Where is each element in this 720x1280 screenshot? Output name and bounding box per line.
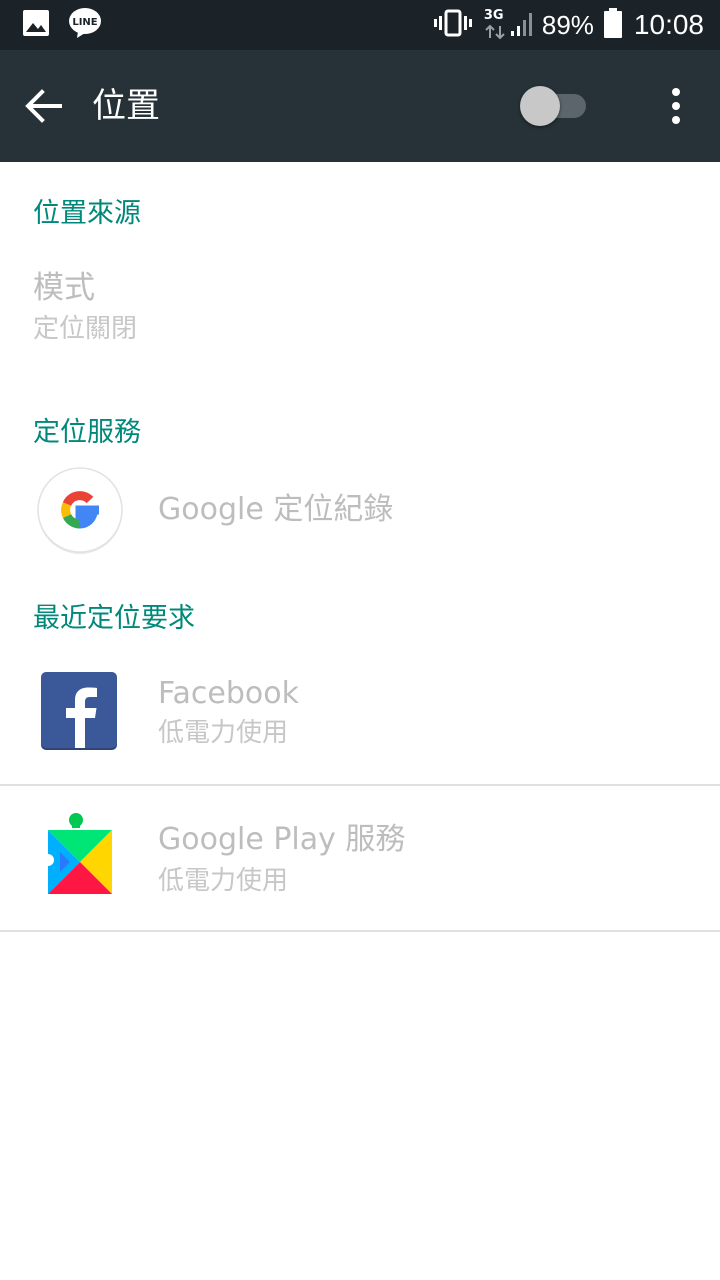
page-title: 位置 xyxy=(92,86,160,126)
facebook-subtitle: 低電力使用 xyxy=(158,718,289,748)
back-arrow-icon xyxy=(25,89,62,123)
status-system: 3G 89% 10:08 xyxy=(433,0,704,50)
vibrate-icon xyxy=(433,8,472,42)
location-toggle[interactable] xyxy=(520,84,588,128)
status-notifications: LINE xyxy=(22,7,102,43)
overflow-menu-button[interactable] xyxy=(660,84,692,128)
line-badge-text: LINE xyxy=(72,17,97,28)
battery-percent: 89% xyxy=(541,9,594,40)
toggle-thumb xyxy=(520,86,560,126)
image-icon xyxy=(22,9,50,41)
divider xyxy=(0,930,720,932)
section-header-location-services: 定位服務 xyxy=(33,417,141,448)
signal-icon xyxy=(510,9,536,41)
section-header-recent-requests: 最近定位要求 xyxy=(33,603,195,634)
google-play-services-icon xyxy=(42,812,114,902)
mode-title: 模式 xyxy=(33,270,95,306)
line-app-icon: LINE xyxy=(68,7,102,43)
google-location-history-title: Google 定位紀錄 xyxy=(158,492,394,527)
google-play-services-subtitle: 低電力使用 xyxy=(158,866,289,896)
google-g-icon xyxy=(36,466,126,560)
status-bar: LINE 3G 89% 10:08 xyxy=(0,0,720,50)
list-item-facebook[interactable]: Facebook 低電力使用 xyxy=(0,650,720,784)
network-3g-icon: 3G xyxy=(484,9,508,41)
section-header-location-source: 位置來源 xyxy=(33,198,141,229)
network-type-label: 3G xyxy=(483,8,504,23)
google-play-services-title: Google Play 服務 xyxy=(158,822,406,857)
app-bar: 位置 xyxy=(0,50,720,162)
list-item-google-play-services[interactable]: Google Play 服務 低電力使用 xyxy=(0,786,720,930)
battery-icon xyxy=(603,8,622,42)
mode-summary: 定位關閉 xyxy=(33,314,138,344)
facebook-icon xyxy=(41,672,119,756)
facebook-title: Facebook xyxy=(158,676,299,711)
overflow-menu-icon xyxy=(672,88,680,124)
back-button[interactable] xyxy=(20,82,68,130)
clock: 10:08 xyxy=(633,9,704,40)
google-location-history-item[interactable]: Google 定位紀錄 xyxy=(0,462,720,562)
